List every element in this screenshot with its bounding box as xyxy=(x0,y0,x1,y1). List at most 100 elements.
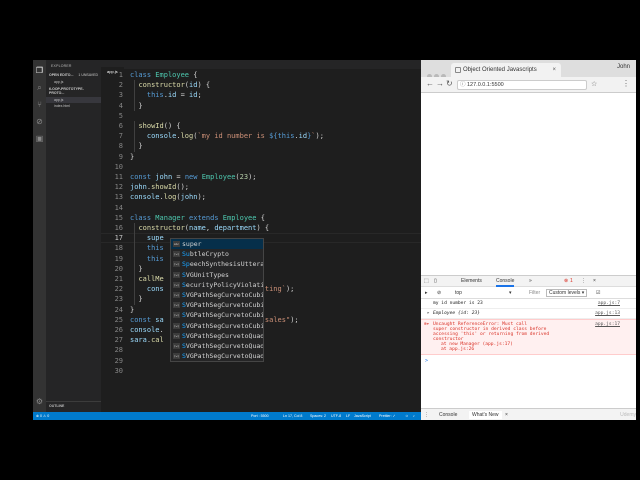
suggestion-item[interactable]: (w)SVGPathSegCurvetoQuadra xyxy=(171,351,263,361)
bookmark-star-icon[interactable]: ☆ xyxy=(591,80,597,88)
outline-section[interactable]: OUTLINE xyxy=(46,401,101,410)
console-log-2[interactable]: ▸ Employee {id: 23} app.js:13 xyxy=(421,309,636,319)
suggestion-item[interactable]: (w) SubtleCrypto xyxy=(171,249,263,259)
console-prompt[interactable]: > xyxy=(421,355,636,367)
close-tab-icon[interactable]: × xyxy=(552,63,556,77)
file-index-html[interactable]: index.html xyxy=(46,103,101,109)
language-status[interactable]: JavaScript xyxy=(354,412,371,420)
code-line[interactable]: supe xyxy=(130,233,164,243)
devtools-menu-icon[interactable]: ⋮ xyxy=(581,278,586,284)
settings-checkbox[interactable]: ☑ xyxy=(596,290,600,296)
line-number: 21 xyxy=(114,275,123,283)
suggestion-widget[interactable]: abc super (w) SubtleCrypto (w) SpeechSynthesi… xyxy=(170,238,264,363)
browser-tab[interactable]: Object Oriented Javascripts × xyxy=(451,63,561,77)
error-icon[interactable]: ⊗ xyxy=(564,278,568,284)
line-number: 25 xyxy=(114,315,123,324)
code-line[interactable]: constructor(id) { xyxy=(130,80,210,90)
eol-status[interactable]: LF xyxy=(346,412,350,420)
suggestion-item[interactable]: (w)SVGPathSegCurvetoQuadra xyxy=(171,331,263,341)
context-dropdown-icon[interactable]: ▾ xyxy=(509,290,512,296)
drawer-tab-whats-new[interactable]: What's New xyxy=(469,411,502,419)
code-line[interactable]: this xyxy=(130,243,164,253)
info-icon[interactable]: ⓘ xyxy=(460,81,466,90)
files-icon[interactable]: ❐ xyxy=(33,64,46,77)
menu-icon[interactable]: ⋮ xyxy=(622,79,630,88)
line-number: 17 xyxy=(114,234,123,243)
code-line[interactable]: } xyxy=(130,264,142,274)
drawer-tab-console[interactable]: Console xyxy=(439,412,457,418)
log-source[interactable]: app.js:7 xyxy=(598,301,620,306)
extensions-icon[interactable]: ▣ xyxy=(33,132,46,145)
suggestion-item[interactable]: (w)SVGPathSegCurvetoCubicA xyxy=(171,290,263,300)
error-source[interactable]: app.js:17 xyxy=(595,322,620,327)
code-line[interactable]: callMe xyxy=(130,274,163,284)
search-icon[interactable]: ⌕ xyxy=(33,81,46,94)
code-line[interactable]: console.log(`my id number is ${this.id}`… xyxy=(130,131,324,141)
explorer-sidebar: EXPLORER OPEN EDITO... 1 UNSAVED app.js … xyxy=(46,60,101,412)
log-levels-dropdown[interactable]: Custom levels ▾ xyxy=(546,289,588,297)
suggestion-item[interactable]: (w)SVGPathSegCurvetoCubicS xyxy=(171,310,263,320)
editor[interactable]: app.js 1 class Employee {2 constructor(id… xyxy=(101,60,421,412)
code-line[interactable]: john.showId(); xyxy=(130,182,189,192)
profile-name[interactable]: John xyxy=(617,64,630,70)
code-line[interactable]: } xyxy=(130,294,142,304)
suggestion-match: Su xyxy=(182,250,190,259)
code-line[interactable]: this xyxy=(130,254,164,264)
address-bar[interactable]: ⓘ 127.0.0.1:5500 xyxy=(457,80,587,90)
bell-icon[interactable]: ♪ xyxy=(413,412,415,420)
suggestion-item[interactable]: abc super xyxy=(171,239,263,250)
cursor-position[interactable]: Ln 17, Col 8 xyxy=(283,412,302,420)
device-icon[interactable]: ▯ xyxy=(434,278,437,284)
filter-input[interactable]: Filter xyxy=(529,290,540,296)
source-control-icon[interactable]: ⑂ xyxy=(33,98,46,111)
indent-status[interactable]: Spaces: 2 xyxy=(310,412,326,420)
project-folder[interactable]: 6-OOP-PROTOTYPE-PROTO... xyxy=(46,85,101,97)
code-line[interactable]: this.id = id; xyxy=(130,90,202,100)
prettier-status[interactable]: Prettier: ✓ xyxy=(379,412,396,420)
code-line[interactable]: } xyxy=(130,101,142,111)
code-line[interactable]: } xyxy=(130,305,134,315)
suggestion-item[interactable]: (w) SVGUnitTypes xyxy=(171,270,263,280)
inspect-icon[interactable]: ⬚ xyxy=(424,278,429,284)
close-drawer-icon[interactable]: × xyxy=(505,412,508,418)
code-line[interactable]: class Manager extends Employee { xyxy=(130,213,265,223)
open-editors-section[interactable]: OPEN EDITO... 1 UNSAVED xyxy=(46,71,101,79)
port-status[interactable]: Port : 5500 xyxy=(251,412,269,420)
clear-console-icon[interactable]: ⊘ xyxy=(437,290,441,296)
more-tabs-icon[interactable]: » xyxy=(529,278,532,284)
code-line[interactable]: showId() { xyxy=(130,121,180,131)
expand-icon[interactable]: ▸ xyxy=(427,311,430,316)
suggestion-item[interactable]: (w)SecurityPolicyViolation xyxy=(171,280,263,290)
tab-elements[interactable]: Elements xyxy=(461,278,482,284)
reload-icon[interactable]: ↻ xyxy=(446,79,453,88)
context-select[interactable]: top xyxy=(455,290,462,296)
tab-console[interactable]: Console xyxy=(496,278,515,287)
code-line[interactable]: sara.cal xyxy=(130,335,164,345)
log-source[interactable]: app.js:13 xyxy=(595,311,620,316)
suggestion-item[interactable]: (w)SVGPathSegCurvetoQuadra xyxy=(171,341,263,351)
suggestion-item[interactable]: (w)SVGPathSegCurvetoCubicS xyxy=(171,321,263,331)
code-line[interactable]: constructor(name, department) { xyxy=(130,223,269,233)
back-icon[interactable]: ← xyxy=(426,79,434,88)
code-line[interactable]: class Employee { xyxy=(130,70,197,80)
smiley-icon[interactable]: ☺ xyxy=(405,412,409,420)
encoding-status[interactable]: UTF-8 xyxy=(331,412,341,420)
line-number: 2 xyxy=(118,81,123,90)
gear-icon[interactable]: ⚙ xyxy=(33,397,46,406)
code-line[interactable]: } xyxy=(130,152,134,162)
suggestion-item[interactable]: (w)SpeechSynthesisUtteranc xyxy=(171,259,263,269)
debug-icon[interactable]: ⊘ xyxy=(33,115,46,128)
code-line[interactable]: const john = new Employee(23); xyxy=(130,172,257,182)
sidebar-toggle-icon[interactable]: ▸ xyxy=(425,290,428,296)
forward-icon[interactable]: → xyxy=(436,79,444,88)
code-line[interactable]: console. xyxy=(130,325,164,335)
stack-frame-2[interactable]: at app.js:26 xyxy=(433,347,632,352)
suggestion-text: super xyxy=(182,240,202,248)
code-line[interactable]: } xyxy=(130,141,142,151)
suggestion-item[interactable]: (w)SVGPathSegCurvetoCubicR xyxy=(171,300,263,310)
drawer-menu-icon[interactable]: ⋮ xyxy=(424,412,429,418)
problems-status[interactable]: ⊗ 0 ⚠ 0 xyxy=(36,412,49,420)
close-devtools-icon[interactable]: × xyxy=(593,278,596,284)
error-count[interactable]: 1 xyxy=(570,278,573,284)
code-line[interactable]: console.log(john); xyxy=(130,192,206,202)
